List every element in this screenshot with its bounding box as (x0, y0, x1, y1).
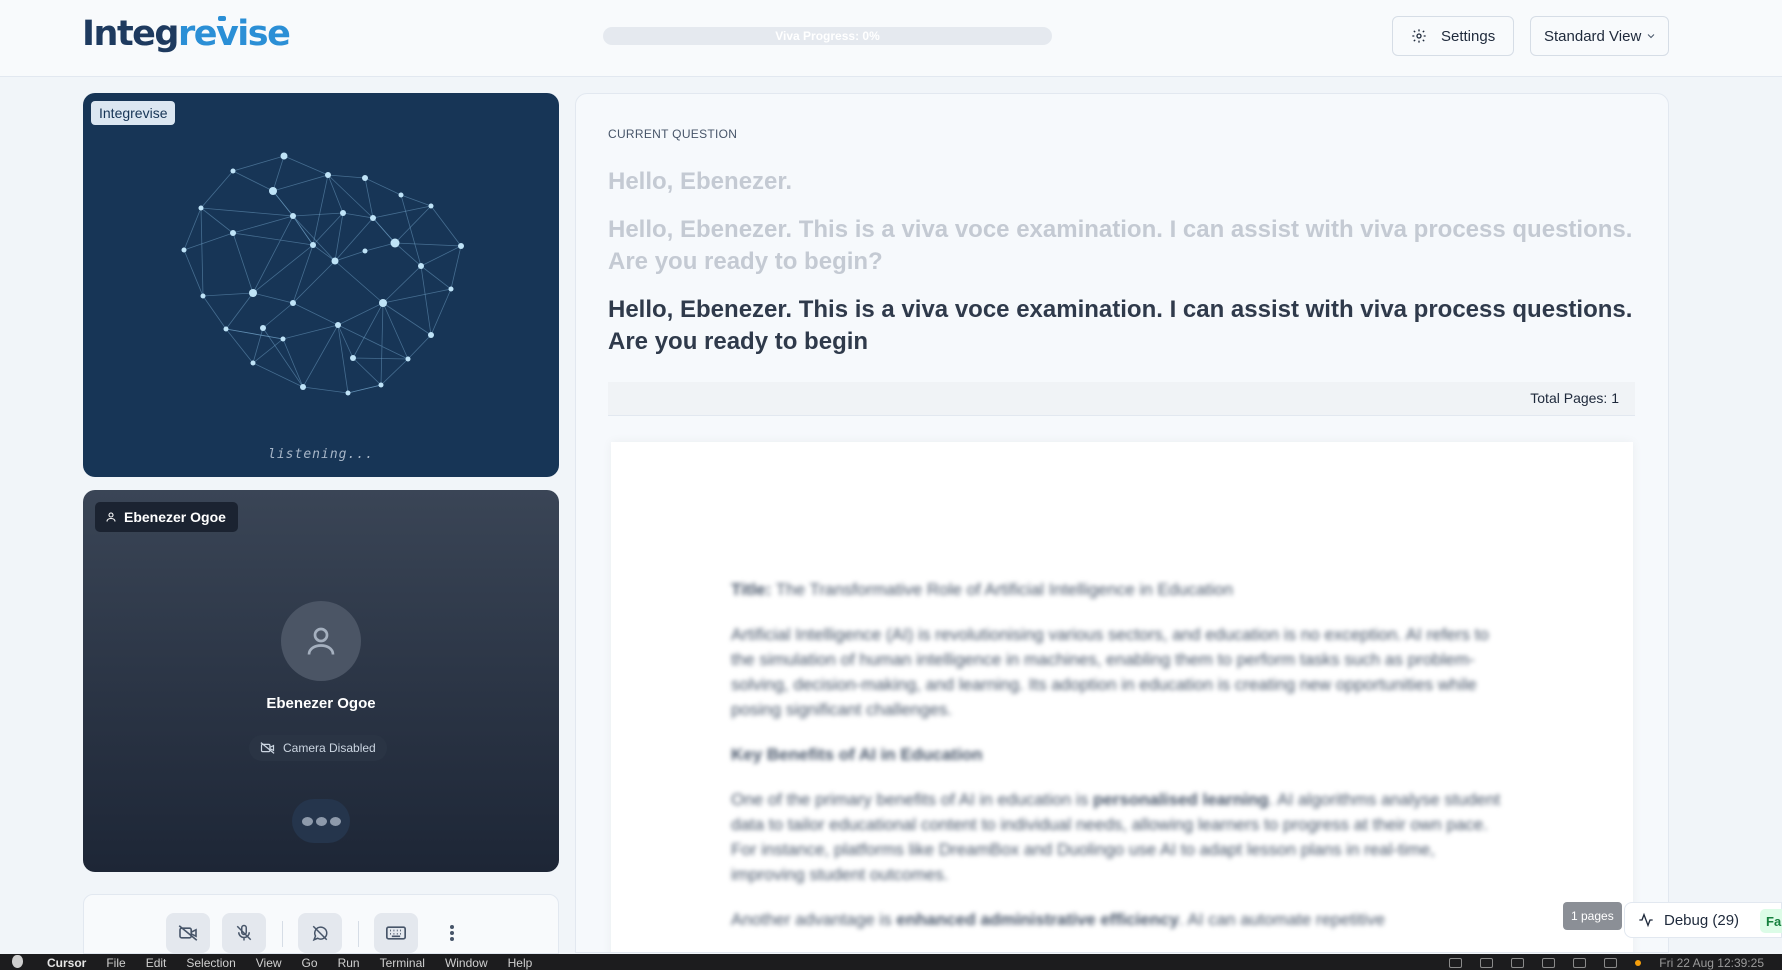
user-avatar-icon (307, 627, 335, 655)
more-options-button[interactable] (430, 913, 474, 953)
status-area: Fri 22 Aug 12:39:25 (1449, 956, 1764, 970)
mic-toggle-button[interactable] (222, 913, 266, 953)
menu-item-app[interactable]: Cursor (47, 956, 86, 970)
menu-clock[interactable]: Fri 22 Aug 12:39:25 (1659, 956, 1764, 970)
view-mode-label: Standard View (1544, 27, 1642, 45)
chat-off-icon (312, 925, 328, 942)
status-icon[interactable] (1511, 958, 1525, 968)
document-pages-bar: Total Pages: 1 (608, 382, 1635, 416)
typing-indicator (292, 799, 350, 843)
keyboard-icon (386, 926, 406, 940)
keyboard-button[interactable] (374, 913, 418, 953)
mic-off-icon (236, 924, 252, 941)
chat-toggle-button[interactable] (298, 913, 342, 953)
doc-title-prefix: Title: (731, 580, 772, 599)
avatar (281, 601, 361, 681)
menu-item-window[interactable]: Window (445, 956, 488, 970)
doc-paragraph: Another advantage is enhanced administra… (731, 910, 1385, 929)
question-history-line: Hello, Ebenezer. (608, 168, 793, 195)
menu-item-terminal[interactable]: Terminal (380, 956, 425, 970)
ai-label-badge: Integrevise (91, 101, 176, 125)
settings-label: Settings (1441, 27, 1496, 45)
menu-items: Cursor File Edit Selection View Go Run T… (47, 956, 532, 970)
wifi-icon[interactable] (1573, 958, 1587, 968)
os-menu-bar: Cursor File Edit Selection View Go Run T… (0, 954, 1782, 970)
ai-network-visualization (181, 152, 464, 396)
menu-item-run[interactable]: Run (338, 956, 360, 970)
menu-item-help[interactable]: Help (508, 956, 533, 970)
doc-title: The Transformative Role of Artificial In… (775, 580, 1234, 599)
doc-paragraph: Artificial Intelligence (AI) is revoluti… (731, 625, 1489, 719)
current-question-text: Hello, Ebenezer. This is a viva voce exa… (608, 296, 1633, 355)
viva-progress-label: Viva Progress: 0% (775, 29, 880, 43)
gear-icon (1412, 29, 1426, 43)
call-controls-bar (83, 894, 559, 954)
integrevise-logo[interactable]: Integrevise (82, 14, 291, 54)
camera-off-icon (260, 742, 275, 754)
status-icon[interactable] (1480, 958, 1494, 968)
camera-off-icon (178, 925, 198, 941)
control-divider (282, 921, 283, 947)
more-vertical-icon (450, 925, 454, 941)
pages-count-pill: 1 pages (1563, 902, 1622, 930)
status-icon[interactable] (1449, 958, 1463, 968)
blurred-document-content: Title: The Transformative Role of Artifi… (731, 577, 1511, 952)
battery-icon[interactable] (1542, 958, 1556, 968)
settings-button[interactable]: Settings (1392, 16, 1514, 56)
camera-toggle-button[interactable] (166, 913, 210, 953)
user-label-badge: Ebenezer Ogoe (95, 502, 238, 532)
doc-paragraph: One of the primary benefits of AI in edu… (731, 790, 1501, 884)
control-divider (358, 921, 359, 947)
debug-button[interactable]: Debug (29) Fa (1624, 902, 1782, 938)
menu-item-view[interactable]: View (256, 956, 282, 970)
question-history-line: Hello, Ebenezer. This is a viva voce exa… (608, 216, 1633, 275)
current-question-heading: CURRENT QUESTION (608, 127, 738, 141)
viva-progress-bar: Viva Progress: 0% (603, 27, 1052, 45)
view-mode-dropdown[interactable]: Standard View (1530, 16, 1669, 56)
debug-label: Debug (29) (1664, 911, 1740, 929)
chevron-down-icon (1647, 34, 1655, 39)
menu-item-go[interactable]: Go (302, 956, 318, 970)
question-panel: CURRENT QUESTION Hello, Ebenezer. Hello,… (575, 93, 1669, 953)
camera-status-text: Camera Disabled (283, 741, 376, 755)
top-header: Integrevise Viva Progress: 0% Settings S… (0, 0, 1782, 77)
user-label-text: Ebenezer Ogoe (124, 509, 226, 525)
menu-item-edit[interactable]: Edit (146, 956, 167, 970)
document-viewer[interactable]: Title: The Transformative Role of Artifi… (611, 442, 1633, 952)
menu-item-selection[interactable]: Selection (186, 956, 235, 970)
ai-examiner-panel: Integrevise listening... (83, 93, 559, 477)
activity-icon (1639, 912, 1653, 928)
user-video-panel: Ebenezer Ogoe Ebenezer Ogoe Camera Disab… (83, 490, 559, 872)
user-display-name: Ebenezer Ogoe (266, 695, 376, 712)
user-icon (106, 512, 116, 522)
doc-section-heading: Key Benefits of AI in Education (731, 745, 983, 764)
recording-dot-icon (1635, 960, 1642, 966)
camera-status-badge: Camera Disabled (249, 735, 387, 761)
total-pages-label: Total Pages: 1 (1530, 390, 1619, 406)
search-icon[interactable] (1604, 958, 1618, 968)
apple-icon[interactable] (12, 955, 23, 968)
floating-action-button[interactable]: Fa (1760, 909, 1782, 933)
menu-item-file[interactable]: File (106, 956, 125, 970)
ai-status-text: listening... (268, 447, 374, 462)
